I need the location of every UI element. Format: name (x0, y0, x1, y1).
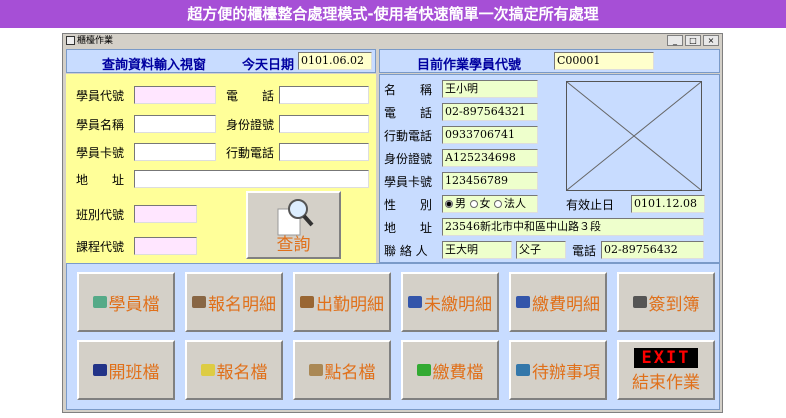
contact-phone-label: 電話 (572, 244, 597, 258)
id-number-input[interactable] (279, 115, 369, 133)
search-button-label: 查詢 (276, 235, 311, 255)
course-code-label: 課程代號 (76, 240, 125, 254)
gender-male-label: 男 (455, 197, 466, 210)
mobile-value: 0933706741 (442, 126, 538, 144)
class-code-label: 班別代號 (76, 208, 125, 222)
phone-value: 02-897564321 (442, 103, 538, 121)
current-header: 目前作業學員代號 C00001 (379, 49, 720, 73)
course-code-input[interactable] (134, 237, 197, 255)
contact-phone-value: 02-89756432 (601, 241, 704, 259)
current-title: 目前作業學員代號 (417, 58, 522, 73)
cur-id-label: 身份證號 (384, 152, 433, 166)
today-date-field: 0101.06.02 (298, 52, 372, 70)
student-id-label: 學員代號 (76, 89, 125, 103)
save-icon (92, 364, 107, 376)
card-no-value: 123456789 (442, 172, 538, 190)
window-title: 櫃檯作業 (77, 36, 114, 46)
name-label: 名 稱 (384, 83, 433, 97)
gender-group: 男 女 法人 (442, 195, 538, 213)
id-number-value: A125234698 (442, 149, 538, 167)
student-id-input[interactable] (134, 86, 216, 104)
sign-icon (632, 296, 647, 308)
signin-book-button[interactable]: 簽到簿 (617, 272, 715, 332)
cur-phone-label: 電 話 (384, 106, 433, 120)
query-header: 查詢資料輸入視窗 今天日期 0101.06.02 (66, 49, 376, 73)
cur-card-label: 學員卡號 (384, 175, 433, 189)
people-icon (92, 296, 107, 308)
student-name-label: 學員名稱 (76, 118, 125, 132)
class-code-input[interactable] (134, 205, 197, 223)
class-file-button[interactable]: 開班檔 (77, 340, 175, 400)
card-no-input[interactable] (134, 143, 216, 161)
document-icon (516, 296, 530, 308)
exit-icon: EXIT (633, 347, 699, 368)
exit-button[interactable]: EXIT 結束作業 (617, 340, 715, 400)
envelope-icon (200, 364, 215, 376)
magnifier-small-icon (308, 364, 323, 376)
window-titlebar: 櫃檯作業 _ □ × (63, 34, 722, 48)
unpaid-detail-button[interactable]: 未繳明細 (401, 272, 499, 332)
money-icon (416, 364, 431, 376)
expiry-value: 0101.12.08 (631, 195, 705, 213)
name-value: 王小明 (442, 80, 538, 98)
book-icon (192, 296, 206, 308)
gender-corp-label: 法人 (504, 197, 526, 210)
relation-value: 父子 (516, 241, 566, 259)
gender-radio-male[interactable] (445, 200, 453, 208)
enroll-detail-button[interactable]: 報名明細 (185, 272, 283, 332)
enroll-file-button[interactable]: 報名檔 (185, 340, 283, 400)
id-number-label: 身份證號 (226, 118, 275, 132)
payment-file-button[interactable]: 繳費檔 (401, 340, 499, 400)
today-label: 今天日期 (242, 58, 295, 73)
cur-mobile-label: 行動電話 (384, 129, 433, 143)
exit-label: 結束作業 (632, 372, 700, 393)
cur-address-label: 地 址 (384, 221, 433, 235)
address-input[interactable] (134, 170, 369, 188)
app-icon (66, 36, 75, 45)
gender-radio-corp[interactable] (494, 200, 502, 208)
contact-value: 王大明 (442, 241, 512, 259)
mobile-label: 行動電話 (226, 146, 275, 160)
rollcall-file-button[interactable]: 點名檔 (293, 340, 391, 400)
student-file-button[interactable]: 學員檔 (77, 272, 175, 332)
todo-button[interactable]: 待辦事項 (509, 340, 607, 400)
address-value: 23546新北市中和區中山路３段 (442, 218, 704, 236)
app-window: 櫃檯作業 _ □ × 查詢資料輸入視窗 今天日期 0101.06.02 學員代號… (62, 33, 723, 413)
phone-input[interactable] (279, 86, 369, 104)
mobile-input[interactable] (279, 143, 369, 161)
address-label: 地 址 (76, 173, 125, 187)
notebook-icon (300, 296, 314, 308)
attendance-detail-button[interactable]: 出勤明細 (293, 272, 391, 332)
student-name-input[interactable] (134, 115, 216, 133)
minimize-button[interactable]: _ (667, 35, 683, 46)
maximize-button[interactable]: □ (685, 35, 701, 46)
checklist-icon (408, 296, 422, 308)
gender-radio-female[interactable] (469, 200, 478, 208)
card-no-label: 學員卡號 (76, 146, 125, 160)
gender-female-label: 女 (479, 197, 491, 210)
close-button[interactable]: × (703, 35, 719, 46)
chart-icon (516, 364, 530, 376)
phone-label: 電 話 (226, 89, 275, 103)
search-button[interactable]: 查詢 (246, 191, 341, 259)
gender-label: 性 別 (384, 198, 433, 212)
banner: 超方便的櫃檯整合處理模式-使用者快速簡單一次搞定所有處理 (0, 0, 786, 28)
query-title: 查詢資料輸入視窗 (102, 58, 207, 73)
current-student-code: C00001 (554, 52, 654, 70)
contact-label: 聯 絡 人 (384, 244, 428, 258)
payment-detail-button[interactable]: 繳費明細 (509, 272, 607, 332)
function-buttons: 學員檔 報名明細 出勤明細 未繳明細 繳費明細 簽到簿 開班檔 報名檔 點名檔 … (66, 263, 720, 410)
photo-placeholder (566, 81, 702, 191)
expiry-label: 有效止日 (566, 198, 615, 212)
